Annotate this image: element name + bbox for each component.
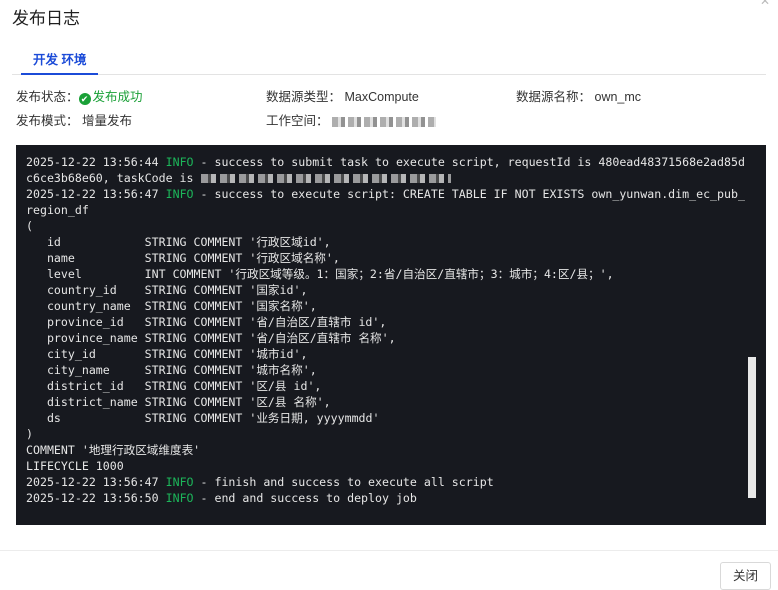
log-entry: 2025-12-22 13:56:50 INFO - end and succe… [26,491,417,505]
workspace-label: 工作空间： [266,114,329,128]
log-content: 2025-12-22 13:56:44 INFO - success to su… [26,154,745,506]
log-entry: 2025-12-22 13:56:47 INFO - success to ex… [26,187,745,473]
ds-type-label: 数据源类型： [266,90,342,104]
datasource-type: 数据源类型： MaxCompute [266,86,419,105]
workspace-redacted [332,116,436,127]
log-msg: - success to execute script: CREATE TABL… [26,187,745,473]
tab-dev-env[interactable]: 开发 环境 [21,46,99,75]
log-level: INFO [165,475,194,489]
publish-status: 发布状态： ✔ 发布成功 [16,86,143,105]
log-level: INFO [165,491,194,505]
workspace: 工作空间： [266,110,436,129]
dialog-title: 发布日志 [12,9,80,28]
datasource-name: 数据源名称： own_mc [516,86,641,105]
close-icon[interactable]: ✕ [760,0,770,8]
publish-mode: 发布模式： 增量发布 [16,110,132,129]
log-ts: 2025-12-22 13:56:50 [26,491,159,505]
log-level: INFO [165,155,194,169]
log-ts: 2025-12-22 13:56:47 [26,187,159,201]
ds-name-value: own_mc [594,90,642,104]
mode-label: 发布模式： [16,114,79,128]
footer-divider [0,550,778,551]
taskcode-redacted [200,174,451,183]
log-msg: - finish and success to execute all scri… [193,475,494,489]
log-entry: 2025-12-22 13:56:44 INFO - success to su… [26,155,745,185]
env-tabs: 开发 环境 [12,46,766,75]
log-scrollbar[interactable] [748,357,756,498]
log-ts: 2025-12-22 13:56:44 [26,155,159,169]
log-level: INFO [165,187,194,201]
log-ts: 2025-12-22 13:56:47 [26,475,159,489]
status-value: 发布成功 [92,90,143,104]
ds-type-value: MaxCompute [344,90,419,104]
check-circle-icon: ✔ [78,93,91,105]
log-panel[interactable]: 2025-12-22 13:56:44 INFO - success to su… [16,145,766,525]
log-entry: 2025-12-22 13:56:47 INFO - finish and su… [26,475,494,489]
close-button[interactable]: 关闭 [720,562,771,590]
status-label: 发布状态： [16,90,79,104]
log-msg: - end and success to deploy job [193,491,417,505]
ds-name-label: 数据源名称： [516,90,592,104]
mode-value: 增量发布 [82,114,133,128]
